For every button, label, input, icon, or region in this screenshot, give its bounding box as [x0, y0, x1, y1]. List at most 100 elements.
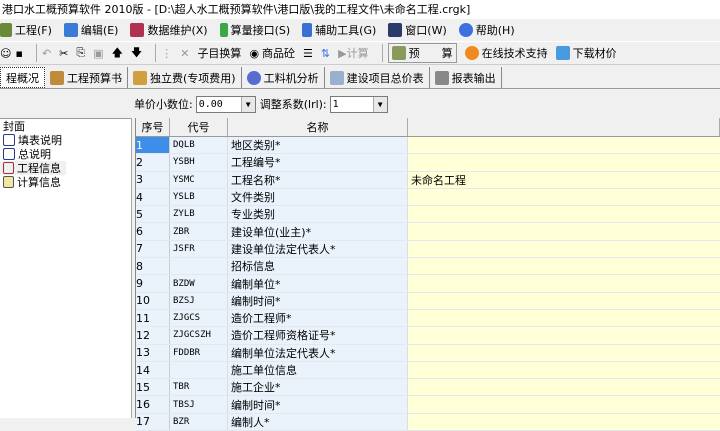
paste-icon[interactable]: ▣ — [93, 47, 103, 60]
cell-index[interactable]: 15 — [136, 379, 170, 396]
header-index[interactable]: 序号 — [136, 118, 170, 136]
cell-name[interactable]: 编制单位* — [228, 275, 408, 292]
table-row[interactable]: 3 YSMC 工程名称* 未命名工程 — [136, 171, 720, 189]
tab-labor-material-analysis[interactable]: 工料机分析 — [242, 67, 325, 88]
menu-help[interactable]: 帮助(H) — [458, 22, 515, 38]
cell-index[interactable]: 17 — [136, 413, 170, 431]
table-row[interactable]: 1 DQLB 地区类别* — [136, 137, 720, 155]
undo-icon[interactable]: ↶ — [42, 47, 51, 60]
table-row[interactable]: 10 BZSJ 编制时间* — [136, 292, 720, 310]
chevron-down-icon[interactable]: ▼ — [240, 96, 255, 112]
cell-value[interactable] — [408, 154, 720, 171]
cell-value[interactable] — [408, 275, 720, 292]
save-icon[interactable]: ▪ — [15, 47, 22, 60]
table-row[interactable]: 13 FDDBR 编制单位法定代表人* — [136, 344, 720, 362]
cell-name[interactable]: 建设单位法定代表人* — [228, 240, 408, 258]
cell-value[interactable] — [408, 137, 720, 154]
cell-value[interactable]: 未命名工程 — [408, 171, 720, 188]
chevron-down-icon[interactable]: ▼ — [372, 96, 387, 112]
tab-report-output[interactable]: 报表输出 — [430, 67, 502, 88]
header-code[interactable]: 代号 — [170, 118, 228, 136]
sort-az-icon[interactable]: ⇅ — [321, 47, 330, 60]
cell-value[interactable] — [408, 413, 720, 431]
tree-item-cover[interactable]: 封面 — [0, 119, 131, 133]
cell-code[interactable]: ZJGCS — [170, 309, 228, 327]
commodity-concrete-radio[interactable]: ◉ 商品砼 — [249, 45, 295, 61]
budget-button[interactable]: 预 算 — [387, 43, 457, 63]
table-row[interactable]: 15 TBR 施工企业* — [136, 379, 720, 397]
cell-index[interactable]: 6 — [136, 223, 170, 240]
cell-index[interactable]: 2 — [136, 154, 170, 171]
move-up-icon[interactable]: 🡅 — [112, 44, 123, 63]
cell-name[interactable]: 造价工程师资格证号* — [228, 327, 408, 344]
menu-data-maintenance[interactable]: 数据维护(X) — [130, 22, 208, 38]
cell-code[interactable]: DQLB — [170, 137, 228, 154]
indent-icon[interactable]: ⋮ — [161, 47, 172, 60]
cell-value[interactable] — [408, 240, 720, 258]
cell-code[interactable]: YSMC — [170, 171, 228, 188]
table-row[interactable]: 14 施工单位信息 — [136, 361, 720, 380]
cell-name[interactable]: 招标信息 — [228, 258, 408, 275]
tab-project-overview[interactable]: 程概况 — [0, 67, 45, 88]
menu-window[interactable]: 窗口(W) — [388, 22, 447, 38]
calc-button[interactable]: ▶ 计算 — [338, 45, 368, 61]
cell-index[interactable]: 14 — [136, 361, 170, 379]
cell-code[interactable] — [170, 258, 228, 275]
cell-name[interactable]: 编制时间* — [228, 396, 408, 413]
header-value[interactable] — [408, 118, 720, 136]
table-row[interactable]: 7 JSFR 建设单位法定代表人* — [136, 240, 720, 259]
cell-code[interactable]: BZDW — [170, 275, 228, 292]
table-row[interactable]: 2 YSBH 工程编号* — [136, 154, 720, 172]
download-prices-button[interactable]: 下载材价 — [555, 45, 617, 61]
move-down-icon[interactable]: 🡇 — [131, 44, 142, 63]
table-row[interactable]: 4 YSLB 文件类别 — [136, 188, 720, 207]
menu-tools[interactable]: 辅助工具(G) — [302, 22, 376, 38]
cell-value[interactable] — [408, 258, 720, 275]
cell-code[interactable]: JSFR — [170, 240, 228, 258]
cell-value[interactable] — [408, 344, 720, 361]
cell-code[interactable] — [170, 361, 228, 379]
cell-value[interactable] — [408, 396, 720, 413]
cell-code[interactable]: ZYLB — [170, 206, 228, 223]
tree-item-project-info[interactable]: 工程信息 — [0, 161, 66, 175]
cell-index[interactable]: 9 — [136, 275, 170, 292]
tab-independent-fees[interactable]: 独立费(专项费用) — [128, 67, 242, 88]
tab-budget-book[interactable]: 工程预算书 — [45, 67, 128, 88]
cell-index[interactable]: 1 — [136, 137, 170, 154]
cell-code[interactable]: TBSJ — [170, 396, 228, 413]
cell-index[interactable]: 13 — [136, 344, 170, 361]
menu-quantity-interface[interactable]: 算量接口(S) — [219, 22, 290, 38]
cell-index[interactable]: 12 — [136, 327, 170, 344]
cell-code[interactable]: BZR — [170, 413, 228, 431]
cell-name[interactable]: 地区类别* — [228, 137, 408, 154]
cell-value[interactable] — [408, 223, 720, 240]
menu-project[interactable]: 工程(F) — [0, 22, 52, 38]
cut-icon[interactable]: ✂ — [59, 47, 68, 60]
cell-value[interactable] — [408, 379, 720, 396]
table-row[interactable]: 17 BZR 编制人* — [136, 413, 720, 431]
cell-code[interactable]: YSLB — [170, 188, 228, 206]
table-row[interactable]: 6 ZBR 建设单位(业主)* — [136, 223, 720, 241]
online-support-button[interactable]: 在线技术支持 — [464, 45, 548, 61]
tree-item-fill-instructions[interactable]: 填表说明 — [0, 133, 131, 147]
cell-index[interactable]: 5 — [136, 206, 170, 223]
cell-code[interactable]: FDDBR — [170, 344, 228, 361]
cell-index[interactable]: 7 — [136, 240, 170, 258]
cell-code[interactable]: YSBH — [170, 154, 228, 171]
open-icon[interactable]: ☺ — [0, 47, 11, 60]
cell-value[interactable] — [408, 206, 720, 223]
cell-code[interactable]: ZBR — [170, 223, 228, 240]
cell-code[interactable]: TBR — [170, 379, 228, 396]
cell-code[interactable]: BZSJ — [170, 292, 228, 309]
table-row[interactable]: 8 招标信息 — [136, 258, 720, 276]
cell-index[interactable]: 8 — [136, 258, 170, 275]
cell-value[interactable] — [408, 292, 720, 309]
cell-value[interactable] — [408, 188, 720, 206]
cell-name[interactable]: 施工企业* — [228, 379, 408, 396]
cell-value[interactable] — [408, 327, 720, 344]
tree-item-general-notes[interactable]: 总说明 — [0, 147, 131, 161]
table-row[interactable]: 16 TBSJ 编制时间* — [136, 396, 720, 414]
table-row[interactable]: 11 ZJGCS 造价工程师* — [136, 309, 720, 328]
cell-name[interactable]: 编制单位法定代表人* — [228, 344, 408, 361]
menu-edit[interactable]: 编辑(E) — [63, 22, 118, 38]
